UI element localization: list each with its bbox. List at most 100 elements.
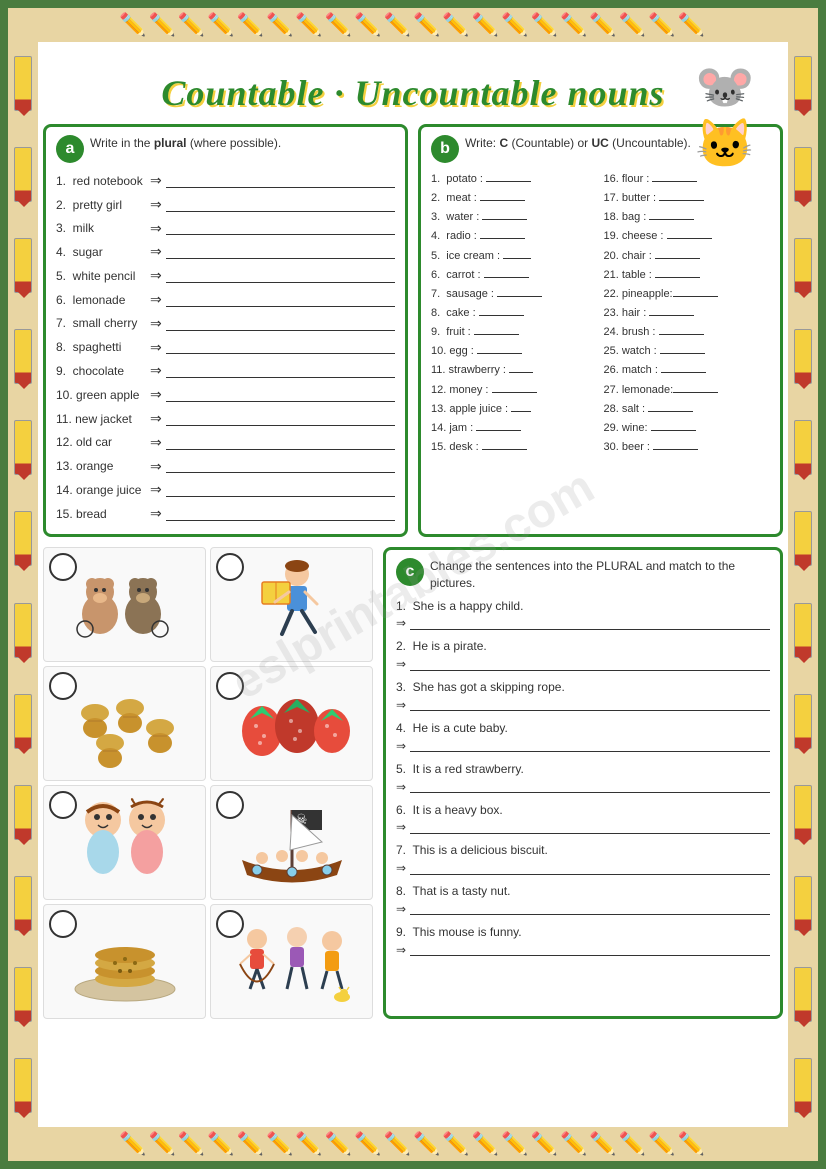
section-c-letter: c [396,558,424,586]
sentence-list: 1. She is a happy child. ⇒ 2. He is a pi… [396,598,770,957]
list-item: 11. new jacket ⇒ [56,407,395,431]
answer-line[interactable] [410,739,770,752]
pencil-icon [794,511,812,566]
pencil-icon [14,876,32,931]
sentence-text: 6. It is a heavy box. [396,802,770,819]
section-b-letter: b [431,135,459,163]
answer-line[interactable] [410,821,770,834]
answer-line[interactable] [410,902,770,915]
sentence-text: 8. That is a tasty nut. [396,883,770,900]
list-item: 6. carrot : [431,265,598,284]
section-c: c Change the sentences into the PLURAL a… [383,547,783,1019]
list-item: 24. brush : [604,322,771,341]
list-item: 25. watch : [604,341,771,360]
image-cell-runner [210,547,373,662]
bottom-section: ☠ [43,547,783,1019]
list-item: 12. money : [431,380,598,399]
arrow-icon: ⇒ [396,820,406,834]
section-a: a Write in the plural (where possible). … [43,124,408,537]
answer-line[interactable] [410,780,770,793]
image-cell-children [210,904,373,1019]
arrow-icon: ⇒ [396,943,406,957]
list-item: 22. pineapple: [604,284,771,303]
circle-answer [216,553,244,581]
list-item: 28. salt : [604,399,771,418]
list-item: 10. green apple ⇒ [56,383,395,407]
list-item: 9. chocolate ⇒ [56,359,395,383]
list-item: 20. chair : [604,246,771,265]
pencil-icon [14,329,32,384]
list-item: 5. white pencil ⇒ [56,264,395,288]
section-a-list: 1. red notebook ⇒ 2. pretty girl ⇒ 3. mi… [56,169,395,526]
circle-answer [216,672,244,700]
list-item: 14. orange juice ⇒ [56,478,395,502]
arrow-icon: ⇒ [396,861,406,875]
pencil-icon [794,694,812,749]
list-item: 15. bread ⇒ [56,502,395,526]
list-item: 19. cheese : [604,226,771,245]
list-item: 18. bag : [604,207,771,226]
list-item: 1. red notebook ⇒ [56,169,395,193]
answer-line[interactable] [410,698,770,711]
circle-answer [49,910,77,938]
list-item: 13. orange ⇒ [56,455,395,479]
section-b-instruction: Write: C (Countable) or UC (Uncountable)… [465,135,691,152]
list-item: 23. hair : [604,303,771,322]
list-item: 8. spaghetti ⇒ [56,336,395,360]
pencil-icon [14,603,32,658]
image-cell-biscuits [43,904,206,1019]
list-item: 4. sugar ⇒ [56,240,395,264]
section-b-col2: 16. flour : 17. butter : 18. bag : 19. c… [604,169,771,456]
pencil-icon [794,420,812,475]
list-item: 8. cake : [431,303,598,322]
sentence-text: 4. He is a cute baby. [396,720,770,737]
pencil-icon [14,147,32,202]
list-item: 7. sausage : [431,284,598,303]
list-item: 15. desk : [431,437,598,456]
section-a-letter: a [56,135,84,163]
list-item: 2. He is a pirate. ⇒ [396,638,770,671]
sentence-text: 9. This mouse is funny. [396,924,770,941]
image-cell-babies [43,785,206,900]
answer-line[interactable] [410,862,770,875]
circle-answer [216,910,244,938]
list-item: 27. lemonade: [604,380,771,399]
sentence-text: 7. This is a delicious biscuit. [396,842,770,859]
pencil-border-left [8,8,38,1161]
answer-line[interactable] [410,943,770,956]
list-item: 5. It is a red strawberry. ⇒ [396,761,770,794]
answer-line[interactable] [410,617,770,630]
image-cell-animals [43,547,206,662]
pencil-icon [794,1058,812,1113]
pencil-icon [794,56,812,111]
list-item: 9. fruit : [431,322,598,341]
circle-answer [49,791,77,819]
pencil-border-top: ✏️✏️✏️✏️✏️✏️✏️✏️✏️✏️✏️✏️✏️✏️✏️✏️✏️✏️✏️✏️ [8,8,818,42]
answer-line[interactable] [410,658,770,671]
list-item: 12. old car ⇒ [56,431,395,455]
sentence-text: 2. He is a pirate. [396,638,770,655]
list-item: 26. match : [604,360,771,379]
pencil-icon [14,967,32,1022]
list-item: 6. lemonade ⇒ [56,288,395,312]
list-item: 4. He is a cute baby. ⇒ [396,720,770,753]
section-a-header: a Write in the plural (where possible). [56,135,395,163]
sentence-text: 3. She has got a skipping rope. [396,679,770,696]
images-panel: ☠ [43,547,373,1019]
top-sections: a Write in the plural (where possible). … [43,124,783,537]
pencil-icon [794,329,812,384]
list-item: 1. potato : [431,169,598,188]
arrow-icon: ⇒ [396,739,406,753]
circle-answer [49,553,77,581]
pencil-border-bottom: ✏️✏️✏️✏️✏️✏️✏️✏️✏️✏️✏️✏️✏️✏️✏️✏️✏️✏️✏️✏️ [8,1127,818,1161]
pencil-icon [14,694,32,749]
list-item: 5. ice cream : [431,246,598,265]
arrow-icon: ⇒ [396,902,406,916]
image-cell-nuts [43,666,206,781]
list-item: 17. butter : [604,188,771,207]
arrow-icon: ⇒ [396,780,406,794]
arrow-icon: ⇒ [396,698,406,712]
page: ✏️✏️✏️✏️✏️✏️✏️✏️✏️✏️✏️✏️✏️✏️✏️✏️✏️✏️✏️✏️ [0,0,826,1169]
list-item: 3. milk ⇒ [56,217,395,241]
list-item: 30. beer : [604,437,771,456]
